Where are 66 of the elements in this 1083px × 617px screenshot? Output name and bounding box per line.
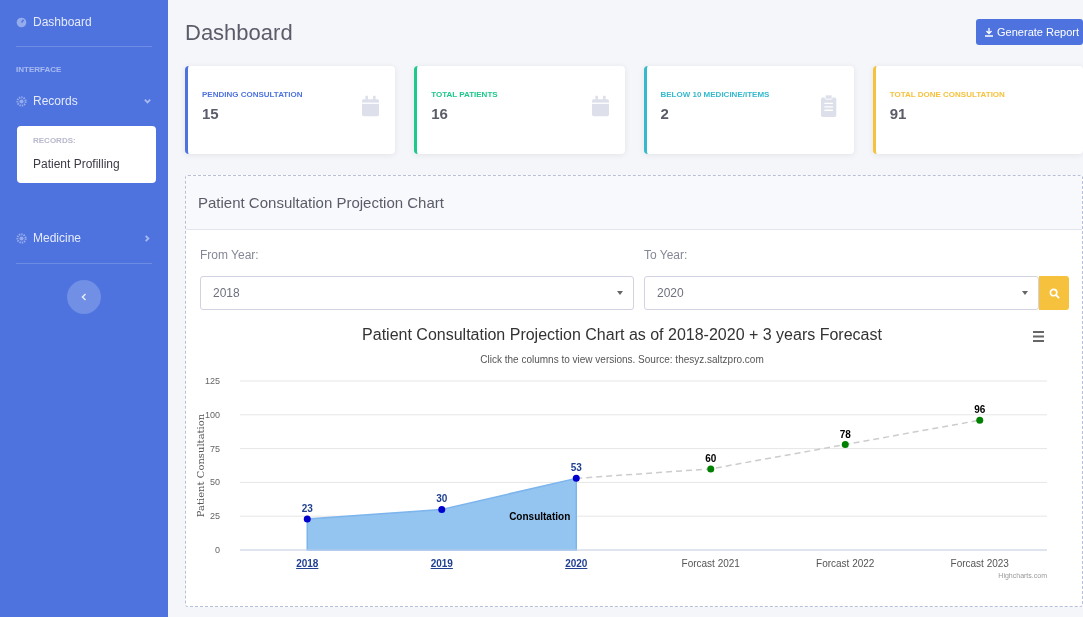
stat-label: PENDING CONSULTATION: [202, 90, 303, 99]
series-label: Consultation: [509, 511, 571, 522]
axis-tick-label: 50: [210, 477, 220, 488]
chart-title: Patient Consultation Projection Chart as of 2018-2020 + 3 years Forecast: [362, 326, 882, 343]
axis-tick-label: 25: [210, 511, 220, 522]
data-label: 78: [839, 428, 851, 440]
axis-category-label[interactable]: 2020: [565, 558, 588, 569]
generate-report-button[interactable]: Generate Report: [976, 19, 1083, 45]
sidebar-toggle-button[interactable]: [67, 280, 101, 314]
axis-category-label: Forcast 2023: [950, 558, 1009, 569]
nav-menu-item[interactable]: Medicine: [12, 211, 156, 263]
axis-category-label: Forcast 2021: [681, 558, 740, 569]
caret-icon: [617, 291, 623, 295]
chevron-left-icon: [80, 292, 88, 302]
data-label: 96: [974, 404, 986, 416]
axis-tick-label: 100: [204, 409, 220, 420]
calendar-icon: [591, 94, 609, 118]
data-label: 60: [705, 452, 717, 464]
sidebar-heading: INTERFACE: [15, 64, 63, 74]
nav-menu-item[interactable]: Records: [12, 74, 156, 126]
axis-category-label[interactable]: 2019: [430, 558, 453, 569]
stat-label: BELOW 10 MEDICINE/ITEMS: [660, 90, 770, 99]
axis-tick-label: 0: [215, 545, 220, 555]
data-point[interactable]: [572, 474, 580, 482]
chart-subtitle: Click the columns to view versions. Source: thesyz.saltzpro.com: [480, 354, 764, 365]
field-label: From Year:: [200, 248, 260, 262]
axis-category-label: Forcast 2022: [816, 558, 875, 569]
search-icon: [1048, 287, 1060, 299]
data-point[interactable]: [303, 515, 311, 523]
to-year-select[interactable]: 2020: [644, 276, 1039, 310]
nav-link[interactable]: Dashboard: [12, 0, 156, 46]
dashboard-icon: [16, 16, 27, 28]
page-title: Dashboard: [185, 20, 293, 46]
chevron-icon: [143, 233, 152, 243]
stat-label: TOTAL DONE CONSULTATION: [889, 90, 1005, 99]
axis-category-label[interactable]: 2018: [296, 558, 319, 569]
stat-value: 2: [660, 105, 670, 122]
data-point[interactable]: [438, 505, 446, 513]
submenu-heading: RECORDS:: [33, 136, 77, 145]
stat-label: TOTAL PATIENTS: [431, 90, 498, 99]
gear-icon: [16, 232, 27, 244]
axis-tick-label: 75: [210, 443, 220, 454]
chevron-icon: [143, 96, 152, 106]
clipboard-icon: [820, 94, 838, 118]
stat-value: 15: [202, 105, 220, 122]
data-point[interactable]: [976, 416, 984, 424]
data-label: 30: [436, 493, 448, 505]
calendar-icon: [362, 94, 380, 118]
caret-icon: [1022, 291, 1028, 295]
download-icon: [984, 27, 995, 37]
from-year-select[interactable]: 2018: [200, 276, 634, 310]
submenu-item[interactable]: Patient Profilling: [33, 157, 140, 171]
data-label: 53: [570, 462, 582, 474]
data-point[interactable]: [707, 465, 715, 473]
axis-title: Patient Consultation: [195, 413, 206, 518]
menu-label: Records: [33, 94, 79, 108]
gear-icon: [16, 95, 27, 107]
panel-title: Patient Consultation Projection Chart: [198, 194, 444, 211]
stat-value: 91: [889, 105, 908, 122]
data-point[interactable]: [841, 441, 849, 449]
menu-label: Medicine: [33, 231, 83, 245]
axis-tick-label: 125: [204, 376, 220, 386]
menu-icon[interactable]: [1033, 331, 1044, 342]
stat-value: 16: [431, 105, 449, 122]
field-label: To Year:: [644, 248, 689, 262]
data-label: 23: [301, 502, 313, 514]
